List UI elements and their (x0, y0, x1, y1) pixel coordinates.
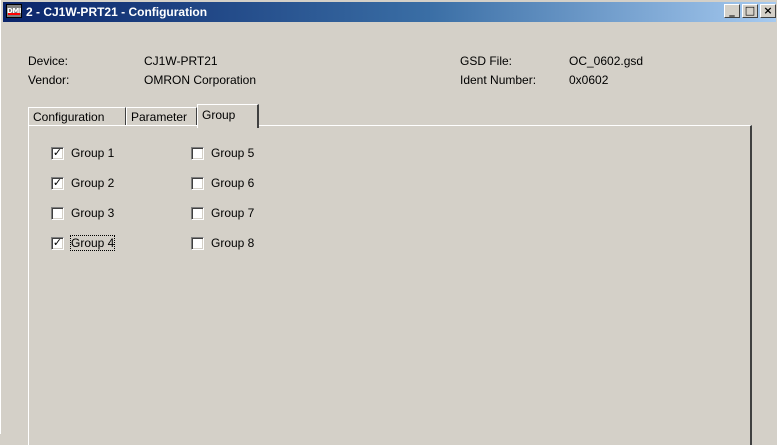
group-2-label: Group 2 (71, 176, 115, 190)
group-7-check-box[interactable] (191, 207, 204, 220)
group-6-label: Group 6 (211, 176, 255, 190)
title-buttons: _ □ × (722, 4, 776, 20)
close-button[interactable]: × (760, 4, 776, 18)
group-8-check-box[interactable] (191, 237, 204, 250)
maximize-button[interactable]: □ (742, 4, 758, 18)
group-6-check-box[interactable] (191, 177, 204, 190)
title-bar[interactable]: DMI 2 - CJ1W-PRT21 - Configuration _ □ × (3, 2, 776, 22)
group-1-label: Group 1 (71, 146, 115, 160)
vendor-value: OMRON Corporation (144, 73, 257, 87)
group-4-label: Group 4 (69, 235, 116, 251)
group-5-check-box[interactable] (191, 147, 204, 160)
group-3-check-box[interactable] (51, 207, 64, 220)
group-7-label: Group 7 (211, 206, 255, 220)
group-4-check-box[interactable]: ✓ (51, 237, 64, 250)
app-icon[interactable]: DMI (6, 4, 22, 18)
group-1-check-box[interactable]: ✓ (51, 147, 64, 160)
group-8-label: Group 8 (211, 236, 255, 250)
group-3-label: Group 3 (71, 206, 115, 220)
device-label: Device: (28, 54, 69, 68)
device-value: CJ1W-PRT21 (144, 54, 218, 68)
vendor-label: Vendor: (28, 73, 70, 87)
gsd-file-label: GSD File: (460, 54, 513, 68)
tab-configuration[interactable]: Configuration (28, 107, 126, 126)
gsd-file-value: OC_0602.gsd (569, 54, 644, 68)
minimize-button[interactable]: _ (724, 4, 740, 18)
group-2-check-box[interactable]: ✓ (51, 177, 64, 190)
tab-group[interactable]: Group (197, 104, 259, 128)
ident-number-value: 0x0602 (569, 73, 609, 87)
group-tab-panel: ✓ Group 1 ✓ Group 2 Group 3 ✓ Group 4 Gr… (28, 125, 752, 445)
ident-number-label: Ident Number: (460, 73, 537, 87)
group-5-label: Group 5 (211, 146, 255, 160)
app-icon-stripe (8, 13, 20, 15)
configuration-window: DMI 2 - CJ1W-PRT21 - Configuration _ □ ×… (0, 0, 777, 445)
tab-parameter[interactable]: Parameter (126, 107, 197, 126)
window-title: 2 - CJ1W-PRT21 - Configuration (26, 5, 208, 19)
